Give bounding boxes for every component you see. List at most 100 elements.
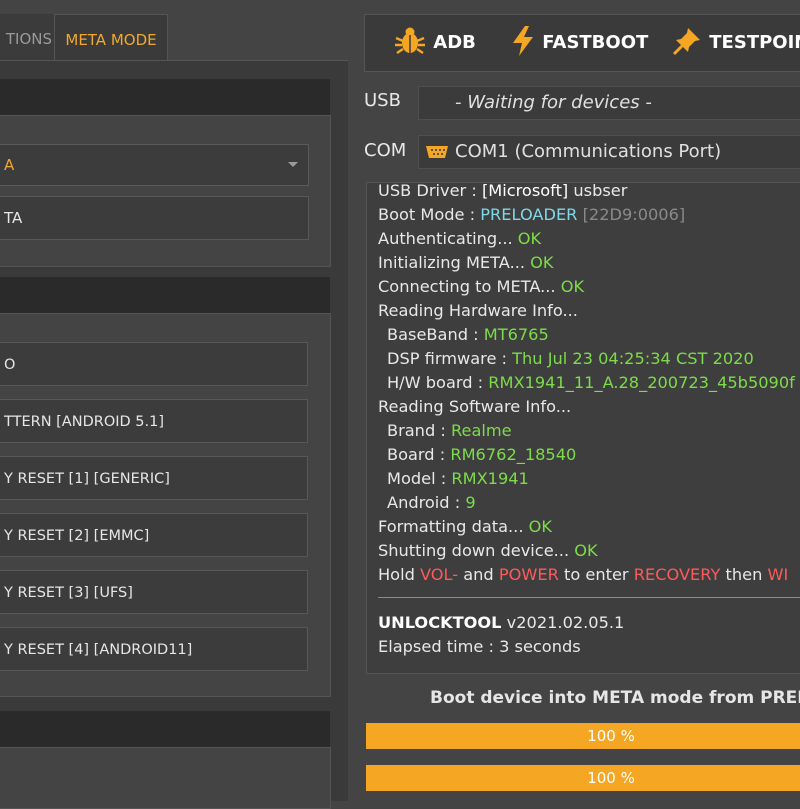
log-divider <box>378 597 800 598</box>
log-text: PRELOADER <box>480 205 578 224</box>
log-text: [Microsoft] <box>481 182 569 200</box>
action-button-label: Y RESET [1] [GENERIC] <box>4 471 170 487</box>
progress-bar-1: 100 % <box>366 723 800 749</box>
log-line: Reading Hardware Info... <box>378 299 578 323</box>
progress-label: 100 % <box>587 769 635 787</box>
log-text: Authenticating... <box>378 229 518 248</box>
fastboot-label: FASTBOOT <box>542 32 649 53</box>
log-text: OK <box>560 277 585 296</box>
action-button-3[interactable]: Y RESET [1] [GENERIC] <box>0 456 308 500</box>
log-text: Thu Jul 23 04:25:34 CST 2020 <box>512 349 754 368</box>
log-text: Connecting to META... <box>378 277 561 296</box>
tab-options-label: TIONS <box>5 30 52 48</box>
log-line: Boot Mode : PRELOADER [22D9:0006] <box>378 203 685 227</box>
log-text: MT6765 <box>483 325 549 344</box>
mode-field[interactable]: TA <box>0 196 309 240</box>
status-text: Boot device into META mode from PRELO <box>430 688 800 708</box>
log-text: Board : <box>387 445 451 464</box>
log-line: DSP firmware : Thu Jul 23 04:25:34 CST 2… <box>387 347 754 371</box>
action-button-2[interactable]: TTERN [ANDROID 5.1] <box>0 399 308 443</box>
log-text: and <box>458 565 499 584</box>
log-text: OK <box>517 229 542 248</box>
section-header-2 <box>0 277 330 313</box>
log-text: OK <box>574 541 598 560</box>
section-body-2: O TTERN [ANDROID 5.1] Y RESET [1] [GENER… <box>0 313 331 697</box>
log-text: Realme <box>450 421 512 440</box>
mode-select[interactable]: A <box>0 144 309 186</box>
com-port-select[interactable]: COM1 (Communications Port) <box>418 135 800 169</box>
testpoint-label: TESTPOIN <box>709 32 800 53</box>
action-button-label: TTERN [ANDROID 5.1] <box>4 414 164 430</box>
log-text: UNLOCKTOOL <box>378 613 502 632</box>
tab-meta-mode-label: META MODE <box>65 31 157 49</box>
log-text: POWER <box>498 565 559 584</box>
log-line: Formatting data... OK <box>378 515 552 539</box>
log-text: [22D9:0006] <box>582 205 686 224</box>
log-line: UNLOCKTOOL v2021.02.05.1 <box>378 611 624 635</box>
progress-label: 100 % <box>587 727 635 745</box>
bug-icon <box>395 27 425 55</box>
action-button-label: Y RESET [4] [ANDROID11] <box>4 642 193 658</box>
log-text: Android : <box>387 493 466 512</box>
tab-meta-mode[interactable]: META MODE <box>54 14 168 61</box>
log-text: USB Driver : <box>378 182 482 200</box>
action-button-5[interactable]: Y RESET [3] [UFS] <box>0 570 308 614</box>
log-text: usbser <box>568 182 628 200</box>
log-text: RMX1941_11_A.28_200723_45b5090f <box>488 373 795 392</box>
lightning-icon <box>513 26 533 56</box>
log-text: OK <box>530 253 554 272</box>
log-text: DSP firmware : <box>387 349 513 368</box>
log-text: OK <box>528 517 552 536</box>
log-text: RMX1941 <box>451 469 529 488</box>
log-line: Initializing META... OK <box>378 251 554 275</box>
log-text: Initializing META... <box>378 253 531 272</box>
fastboot-button[interactable]: FASTBOOT <box>510 15 648 71</box>
serial-port-icon <box>426 146 448 158</box>
log-text: Hold <box>378 565 420 584</box>
log-text: Reading Hardware Info... <box>378 301 578 320</box>
tab-options[interactable]: TIONS <box>0 14 54 60</box>
action-button-label: Y RESET [3] [UFS] <box>4 585 133 601</box>
usb-device-select[interactable]: - Waiting for devices - <box>418 86 800 120</box>
log-text: RECOVERY <box>633 565 721 584</box>
log-text: v2021.02.05.1 <box>501 613 625 632</box>
action-button-label: Y RESET [2] [EMMC] <box>4 528 150 544</box>
log-line: Authenticating... OK <box>378 227 541 251</box>
adb-button[interactable]: ADB <box>393 15 476 71</box>
log-line: BaseBand : MT6765 <box>387 323 549 347</box>
log-line: Android : 9 <box>387 491 476 515</box>
log-line: USB Driver : [Microsoft] usbser <box>378 182 628 203</box>
adb-label: ADB <box>433 32 476 53</box>
log-text: 3 seconds <box>499 637 581 656</box>
chevron-down-icon[interactable] <box>288 162 298 167</box>
log-line: H/W board : RMX1941_11_A.28_200723_45b50… <box>387 371 795 395</box>
log-line: Reading Software Info... <box>378 395 571 419</box>
log-text: Reading Software Info... <box>378 397 572 416</box>
log-output[interactable]: USB Driver : [Microsoft] usbser Boot Mod… <box>366 182 800 674</box>
action-button-label: O <box>4 357 16 373</box>
log-line: Brand : Realme <box>387 419 512 443</box>
usb-device-value: - Waiting for devices - <box>455 92 652 113</box>
action-button-6[interactable]: Y RESET [4] [ANDROID11] <box>0 627 308 671</box>
section-body-1: A TA <box>0 115 331 267</box>
mode-field-value: TA <box>4 209 23 227</box>
log-text: Model : <box>387 469 452 488</box>
action-button-4[interactable]: Y RESET [2] [EMMC] <box>0 513 308 557</box>
log-line: Hold VOL- and POWER to enter RECOVERY th… <box>378 563 788 587</box>
log-line: Connecting to META... OK <box>378 275 584 299</box>
log-line: Elapsed time : 3 seconds <box>378 635 581 659</box>
pin-icon <box>672 28 700 56</box>
log-text: Brand : <box>387 421 451 440</box>
log-text: VOL- <box>420 565 459 584</box>
toolbar: ADB FASTBOOT TESTPOIN <box>364 14 800 72</box>
log-text: 9 <box>465 493 476 512</box>
com-label: COM <box>364 140 407 161</box>
log-text: Elapsed time : <box>378 637 500 656</box>
usb-label: USB <box>364 90 401 111</box>
com-port-value: COM1 (Communications Port) <box>455 141 722 162</box>
log-text: Shutting down device... <box>378 541 575 560</box>
testpoint-button[interactable]: TESTPOIN <box>671 15 800 71</box>
log-text: H/W board : <box>387 373 489 392</box>
log-line: Shutting down device... OK <box>378 539 598 563</box>
action-button-1[interactable]: O <box>0 342 308 386</box>
